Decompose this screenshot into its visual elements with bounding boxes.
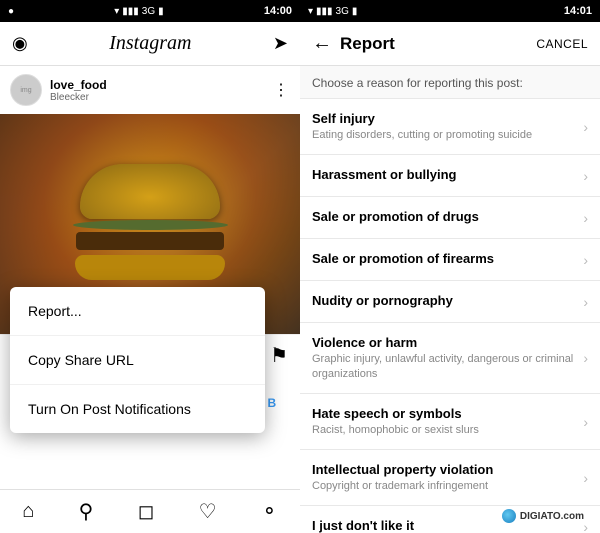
report-item-self-injury[interactable]: Self injury Eating disorders, cutting or… bbox=[300, 99, 600, 155]
signal-icon: ▮▮▮ bbox=[122, 6, 139, 17]
direct-message-icon[interactable]: ➤ bbox=[273, 33, 288, 54]
report-item-title: Violence or harm bbox=[312, 335, 575, 350]
instagram-header: ◉ Instagram ➤ bbox=[0, 22, 300, 66]
report-item-harassment[interactable]: Harassment or bullying › bbox=[300, 155, 600, 197]
user-avatar: img bbox=[10, 74, 42, 106]
chevron-right-icon: › bbox=[583, 119, 588, 135]
chevron-right-icon: › bbox=[583, 210, 588, 226]
nav-add-icon[interactable]: ◻ bbox=[138, 499, 155, 524]
report-header: ← Report CANCEL bbox=[300, 22, 600, 66]
right-time: 14:01 bbox=[564, 5, 592, 17]
caption-tag-b[interactable]: B bbox=[268, 396, 277, 410]
network-label: 3G bbox=[142, 6, 155, 17]
left-time: 14:00 bbox=[264, 5, 292, 17]
context-menu: Report... Copy Share URL Turn On Post No… bbox=[10, 287, 265, 433]
context-copy-url[interactable]: Copy Share URL bbox=[10, 336, 265, 385]
digiato-text: DIGIATO.com bbox=[520, 511, 584, 522]
right-wifi-icon: ▾ bbox=[308, 6, 313, 17]
camera-icon: ● bbox=[8, 6, 14, 17]
report-item-desc: Graphic injury, unlawful activity, dange… bbox=[312, 352, 575, 381]
post-user-info: img love_food Bleecker ⋮ bbox=[0, 66, 300, 114]
nav-profile-icon[interactable]: ⚬ bbox=[261, 499, 278, 524]
report-item-title: Hate speech or symbols bbox=[312, 406, 575, 421]
chevron-right-icon: › bbox=[583, 414, 588, 430]
report-item-title: Sale or promotion of drugs bbox=[312, 209, 575, 224]
report-subtitle: Choose a reason for reporting this post: bbox=[300, 66, 600, 99]
digiato-icon bbox=[502, 509, 516, 523]
report-item-desc: Racist, homophobic or sexist slurs bbox=[312, 423, 575, 437]
post-more-button[interactable]: ⋮ bbox=[273, 80, 290, 100]
report-item-violence[interactable]: Violence or harm Graphic injury, unlawfu… bbox=[300, 323, 600, 394]
chevron-right-icon: › bbox=[583, 168, 588, 184]
right-battery-icon: ▮ bbox=[352, 6, 358, 17]
battery-icon: ▮ bbox=[158, 6, 164, 17]
right-panel: ▾ ▮▮▮ 3G ▮ 14:01 ← Report CANCEL Choose … bbox=[300, 0, 600, 533]
chevron-right-icon: › bbox=[583, 294, 588, 310]
context-notifications[interactable]: Turn On Post Notifications bbox=[10, 385, 265, 433]
status-bar-left: ● ▾ ▮▮▮ 3G ▮ 14:00 bbox=[0, 0, 300, 22]
report-item-drugs[interactable]: Sale or promotion of drugs › bbox=[300, 197, 600, 239]
report-list: Self injury Eating disorders, cutting or… bbox=[300, 99, 600, 533]
cancel-button[interactable]: CANCEL bbox=[536, 37, 588, 51]
patty bbox=[76, 232, 224, 250]
left-status-icons: ● bbox=[8, 6, 14, 17]
report-item-desc: Copyright or trademark infringement bbox=[312, 479, 575, 493]
chevron-right-icon: › bbox=[583, 252, 588, 268]
user-info: love_food Bleecker bbox=[50, 78, 273, 103]
camera-header-icon[interactable]: ◉ bbox=[12, 33, 28, 54]
wifi-icon: ▾ bbox=[114, 6, 119, 17]
report-title: Report bbox=[340, 34, 536, 54]
instagram-logo: Instagram bbox=[28, 32, 273, 55]
report-item-title: Intellectual property violation bbox=[312, 462, 575, 477]
username[interactable]: love_food bbox=[50, 78, 273, 92]
report-item-title: Nudity or pornography bbox=[312, 293, 575, 308]
report-item-title: Harassment or bullying bbox=[312, 167, 575, 182]
chevron-right-icon: › bbox=[583, 470, 588, 486]
bookmark-icon[interactable]: ⚑ bbox=[270, 343, 288, 368]
burger-visual bbox=[70, 164, 230, 284]
bun-top bbox=[80, 164, 220, 219]
bun-bottom bbox=[75, 255, 225, 280]
lettuce bbox=[73, 220, 228, 230]
report-item-desc: Eating disorders, cutting or promoting s… bbox=[312, 128, 575, 142]
nav-search-icon[interactable]: ⚲ bbox=[79, 499, 94, 524]
report-item-firearms[interactable]: Sale or promotion of firearms › bbox=[300, 239, 600, 281]
user-location: Bleecker bbox=[50, 92, 273, 103]
report-item-title: Self injury bbox=[312, 111, 575, 126]
left-panel: ● ▾ ▮▮▮ 3G ▮ 14:00 ◉ Instagram ➤ img lov… bbox=[0, 0, 300, 533]
right-network-label: 3G bbox=[336, 6, 349, 17]
context-report[interactable]: Report... bbox=[10, 287, 265, 336]
bottom-nav: ⌂ ⚲ ◻ ♡ ⚬ bbox=[0, 489, 300, 533]
digiato-watermark: DIGIATO.com bbox=[494, 507, 592, 525]
report-item-nudity[interactable]: Nudity or pornography › bbox=[300, 281, 600, 323]
report-item-title: Sale or promotion of firearms bbox=[312, 251, 575, 266]
status-bar-right: ▾ ▮▮▮ 3G ▮ 14:01 bbox=[300, 0, 600, 22]
report-item-ip-violation[interactable]: Intellectual property violation Copyrigh… bbox=[300, 450, 600, 506]
right-signal-icon: ▮▮▮ bbox=[316, 6, 333, 17]
chevron-right-icon: › bbox=[583, 350, 588, 366]
nav-heart-icon[interactable]: ♡ bbox=[199, 499, 217, 524]
back-button[interactable]: ← bbox=[312, 32, 332, 55]
report-item-hate-speech[interactable]: Hate speech or symbols Racist, homophobi… bbox=[300, 394, 600, 450]
nav-home-icon[interactable]: ⌂ bbox=[22, 500, 34, 523]
